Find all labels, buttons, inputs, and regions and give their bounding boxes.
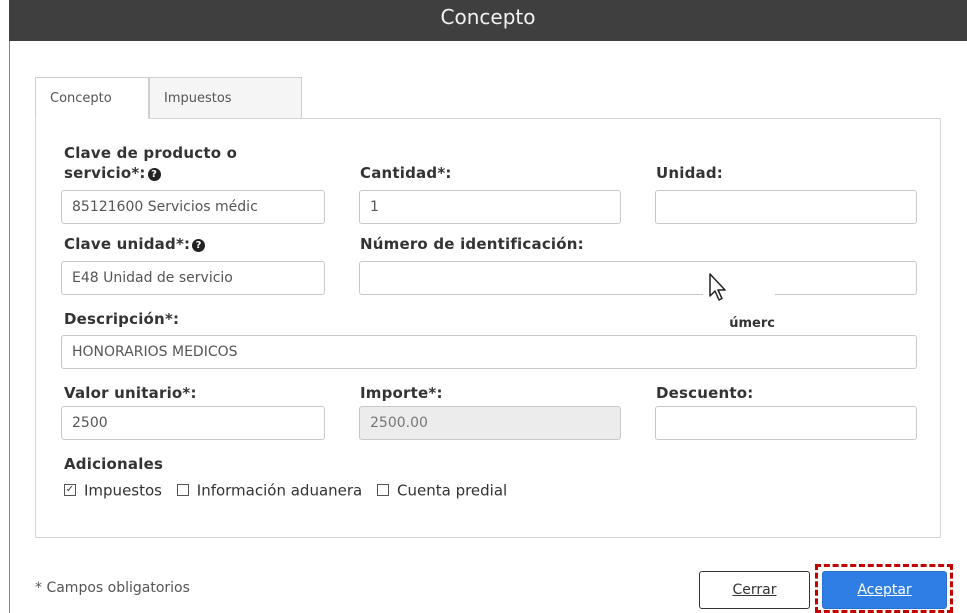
accept-button-highlight: [815, 564, 953, 613]
informacion-aduanera-checkbox[interactable]: [176, 483, 189, 496]
adicionales-label: Adicionales: [64, 455, 164, 473]
numero-identificacion-input[interactable]: [359, 261, 917, 295]
informacion-aduanera-option-label: Información aduanera: [196, 481, 363, 500]
required-fields-note: * Campos obligatorios: [35, 580, 190, 596]
question-circle-icon[interactable]: ?: [192, 239, 206, 252]
clave-producto-label: Clave de producto o servicio*:?: [64, 144, 238, 182]
cantidad-input[interactable]: 1: [359, 190, 621, 224]
valor-unitario-label: Valor unitario*:: [64, 384, 197, 402]
mouse-cursor-icon: [708, 272, 728, 306]
tab-concepto[interactable]: Concepto: [35, 77, 149, 119]
dialog-title: Concepto: [9, 0, 967, 41]
descripcion-input[interactable]: HONORARIOS MEDICOS: [61, 335, 917, 369]
impuestos-option[interactable]: ✓ Impuestos: [64, 481, 162, 500]
clave-producto-input[interactable]: 85121600 Servicios médic: [61, 190, 325, 224]
informacion-aduanera-option[interactable]: Información aduanera: [176, 481, 363, 500]
descuento-label: Descuento:: [656, 384, 754, 402]
tab-impuestos[interactable]: Impuestos: [149, 77, 302, 119]
valor-unitario-input[interactable]: 2500: [61, 406, 325, 440]
adicionales-options: ✓ Impuestos Información aduanera Cuenta p…: [64, 481, 517, 500]
importe-input: 2500.00: [359, 406, 621, 440]
importe-label: Importe*:: [360, 384, 443, 402]
question-circle-icon[interactable]: ?: [147, 168, 161, 181]
cantidad-label: Cantidad*:: [360, 164, 452, 182]
impuestos-option-label: Impuestos: [84, 481, 162, 500]
unidad-input[interactable]: [655, 190, 917, 224]
numero-identificacion-label: Número de identificación:: [360, 235, 584, 253]
impuestos-checkbox[interactable]: ✓: [64, 483, 76, 496]
cuenta-predial-option-label: Cuenta predial: [397, 481, 508, 500]
descripcion-label: Descripción*:: [64, 310, 180, 328]
cuenta-predial-checkbox[interactable]: [377, 483, 390, 496]
clave-unidad-label: Clave unidad*:?: [64, 235, 206, 253]
close-button[interactable]: Cerrar: [699, 571, 810, 609]
unidad-label: Unidad:: [656, 164, 723, 182]
clave-unidad-input[interactable]: E48 Unidad de servicio: [61, 261, 325, 295]
dialog-border: [9, 41, 10, 613]
descuento-input[interactable]: [655, 406, 917, 440]
cuenta-predial-option[interactable]: Cuenta predial: [377, 481, 508, 500]
